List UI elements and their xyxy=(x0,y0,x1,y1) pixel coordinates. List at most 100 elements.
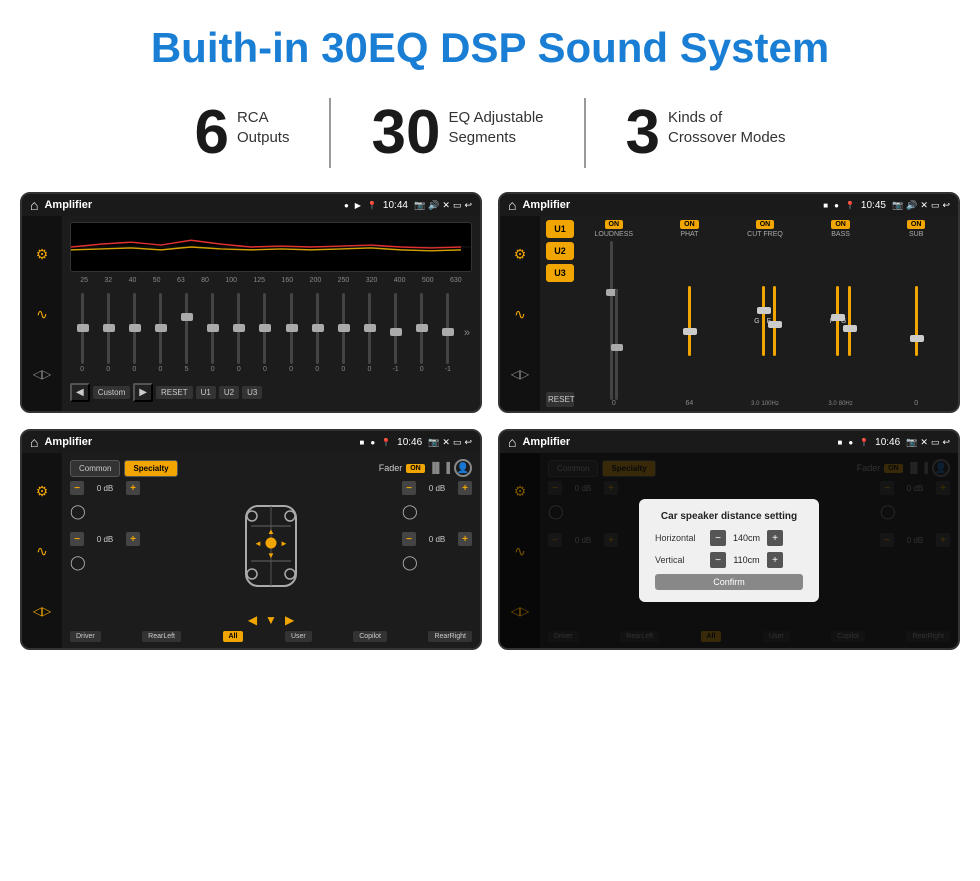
left-top-minus[interactable]: − xyxy=(70,481,84,495)
home-icon-4[interactable]: ⌂ xyxy=(508,434,516,450)
crossover-tuner-icon[interactable]: ⚙ xyxy=(514,246,527,263)
right-speaker-icon: ◯ xyxy=(402,503,418,520)
sub-label: SUB xyxy=(909,231,923,238)
eq-slider-1[interactable]: 0 xyxy=(96,293,120,373)
fader-screen-content: ⚙ ∿ ◁▷ Common Specialty Fader ON ▐▌▐ 👤 xyxy=(22,453,480,648)
phat-on-badge[interactable]: ON xyxy=(680,220,699,229)
eq-rect-icon: ▭ xyxy=(453,200,462,211)
eq-wave-icon[interactable]: ∿ xyxy=(36,306,48,323)
tab-specialty[interactable]: Specialty xyxy=(124,460,177,477)
distance-app-name: Amplifier xyxy=(522,436,831,448)
eq-play: ▶ xyxy=(355,201,361,210)
right-bot-plus[interactable]: + xyxy=(458,532,472,546)
right-top-plus[interactable]: + xyxy=(458,481,472,495)
crossover-reset-btn[interactable]: RESET xyxy=(546,392,574,407)
eq-slider-9[interactable]: 0 xyxy=(305,293,329,373)
eq-tuner-icon[interactable]: ⚙ xyxy=(36,246,49,263)
vertical-plus[interactable]: + xyxy=(767,552,783,568)
distance-dot2: ● xyxy=(848,438,853,447)
home-icon-3[interactable]: ⌂ xyxy=(30,434,38,450)
eq-slider-5[interactable]: 0 xyxy=(201,293,225,373)
eq-slider-10[interactable]: 0 xyxy=(331,293,355,373)
user-btn[interactable]: User xyxy=(285,631,312,642)
home-icon-2[interactable]: ⌂ xyxy=(508,197,516,213)
crossover-dot: ■ xyxy=(823,201,828,210)
fader-left-sidebar: ⚙ ∿ ◁▷ xyxy=(22,453,62,648)
crossover-u1-btn[interactable]: U1 xyxy=(546,220,574,238)
eq-slider-4[interactable]: 5 xyxy=(175,293,199,373)
fader-tuner-icon[interactable]: ⚙ xyxy=(36,483,49,500)
ctrl-phat: ON PHAT 64 xyxy=(654,220,726,407)
vertical-minus[interactable]: − xyxy=(710,552,726,568)
horizontal-plus[interactable]: + xyxy=(767,530,783,546)
eq-u1-btn[interactable]: U1 xyxy=(196,386,216,399)
rear-left-btn[interactable]: RearLeft xyxy=(142,631,181,642)
eq-slider-6[interactable]: 0 xyxy=(227,293,251,373)
distance-close-icon: ▭ xyxy=(931,437,940,448)
left-bot-plus[interactable]: + xyxy=(126,532,140,546)
eq-slider-12[interactable]: -1 xyxy=(384,293,408,373)
copilot-btn[interactable]: Copilot xyxy=(353,631,387,642)
fader-main-area: Common Specialty Fader ON ▐▌▐ 👤 − 0 dB + xyxy=(62,453,480,648)
eq-next-btn[interactable]: ▶ xyxy=(133,383,153,402)
eq-slider-0[interactable]: 0 xyxy=(70,293,94,373)
left-top-plus[interactable]: + xyxy=(126,481,140,495)
driver-btn[interactable]: Driver xyxy=(70,631,101,642)
arrow-down[interactable]: ▼ xyxy=(265,613,277,627)
distance-dialog-overlay: Car speaker distance setting Horizontal … xyxy=(500,453,958,648)
eq-time: 10:44 xyxy=(383,200,408,211)
cutfreq-label: CUT FREQ xyxy=(747,231,783,238)
rear-right-btn[interactable]: RearRight xyxy=(428,631,472,642)
eq-slider-7[interactable]: 0 xyxy=(253,293,277,373)
stat-rca-number: 6 xyxy=(194,102,228,164)
crossover-u3-btn[interactable]: U3 xyxy=(546,264,574,282)
confirm-btn[interactable]: Confirm xyxy=(655,574,803,590)
fader-back-icon[interactable]: ↩ xyxy=(464,437,472,448)
arrow-left[interactable]: ◀ xyxy=(248,613,257,627)
eq-reset-btn[interactable]: RESET xyxy=(156,386,193,399)
home-icon[interactable]: ⌂ xyxy=(30,197,38,213)
eq-slider-8[interactable]: 0 xyxy=(279,293,303,373)
horizontal-minus[interactable]: − xyxy=(710,530,726,546)
eq-slider-13[interactable]: 0 xyxy=(410,293,434,373)
tab-common[interactable]: Common xyxy=(70,460,120,477)
eq-slider-14[interactable]: -1 xyxy=(436,293,460,373)
car-diagram: ▲ ▼ ◄ ► xyxy=(236,481,306,611)
arrow-right[interactable]: ▶ xyxy=(285,613,294,627)
eq-slider-11[interactable]: 0 xyxy=(357,293,381,373)
crossover-back-icon[interactable]: ↩ xyxy=(942,200,950,211)
car-diagram-container: ▲ ▼ ◄ ► ◀ ▼ ▶ xyxy=(146,481,396,627)
all-btn[interactable]: All xyxy=(223,631,244,642)
crossover-wave-icon[interactable]: ∿ xyxy=(514,306,526,323)
cutfreq-on-badge[interactable]: ON xyxy=(756,220,775,229)
crossover-dot2: ● xyxy=(834,201,839,210)
sub-on-badge[interactable]: ON xyxy=(907,220,926,229)
stat-eq-number: 30 xyxy=(371,102,440,164)
left-bot-minus[interactable]: − xyxy=(70,532,84,546)
eq-slider-2[interactable]: 0 xyxy=(122,293,146,373)
eq-custom-btn[interactable]: Custom xyxy=(93,386,131,399)
left-top-db: − 0 dB + xyxy=(70,481,140,495)
crossover-screen: ⌂ Amplifier ■ ● 📍 10:45 📷 🔊 ✕ ▭ ↩ ⚙ ∿ ◁▷ xyxy=(498,192,960,413)
eq-speaker-icon[interactable]: ◁▷ xyxy=(33,367,51,381)
fader-speaker-icon[interactable]: ◁▷ xyxy=(33,604,51,618)
crossover-speaker-icon[interactable]: ◁▷ xyxy=(511,367,529,381)
bass-on-badge[interactable]: ON xyxy=(831,220,850,229)
eq-u2-btn[interactable]: U2 xyxy=(219,386,239,399)
eq-slider-3[interactable]: 0 xyxy=(148,293,172,373)
crossover-u2-btn[interactable]: U2 xyxy=(546,242,574,260)
eq-prev-btn[interactable]: ◀ xyxy=(70,383,90,402)
horizontal-val: 140cm xyxy=(729,533,764,543)
fader-on-badge[interactable]: ON xyxy=(406,464,425,473)
right-top-minus[interactable]: − xyxy=(402,481,416,495)
eq-next-arrow[interactable]: » xyxy=(462,325,472,341)
distance-back-icon[interactable]: ↩ xyxy=(942,437,950,448)
eq-screen-content: ⚙ ∿ ◁▷ 2532405063801 xyxy=(22,216,480,411)
eq-u3-btn[interactable]: U3 xyxy=(242,386,262,399)
right-bot-minus[interactable]: − xyxy=(402,532,416,546)
loudness-on-badge[interactable]: ON xyxy=(605,220,624,229)
stat-rca-label: RCAOutputs xyxy=(237,102,290,147)
fader-wave-icon[interactable]: ∿ xyxy=(36,543,48,560)
stat-eq: 30 EQ AdjustableSegments xyxy=(331,102,583,164)
eq-back-icon[interactable]: ↩ xyxy=(464,200,472,211)
